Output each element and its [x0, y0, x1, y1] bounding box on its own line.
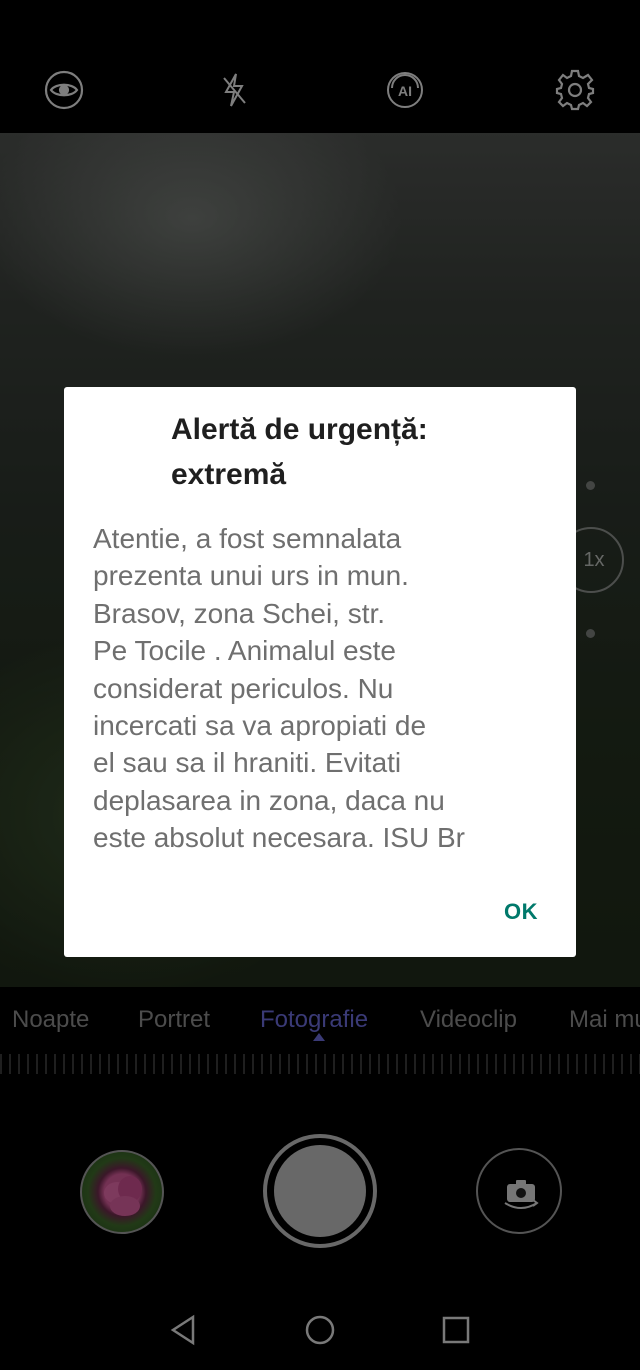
emergency-alert-dialog: Alertă de urgență: extremă Atentie, a fo… [64, 387, 576, 957]
dialog-message: Atentie, a fost semnalata prezenta unui … [93, 523, 465, 854]
dialog-title: Alertă de urgență: extremă [171, 413, 428, 491]
ok-button[interactable]: OK [504, 899, 538, 925]
